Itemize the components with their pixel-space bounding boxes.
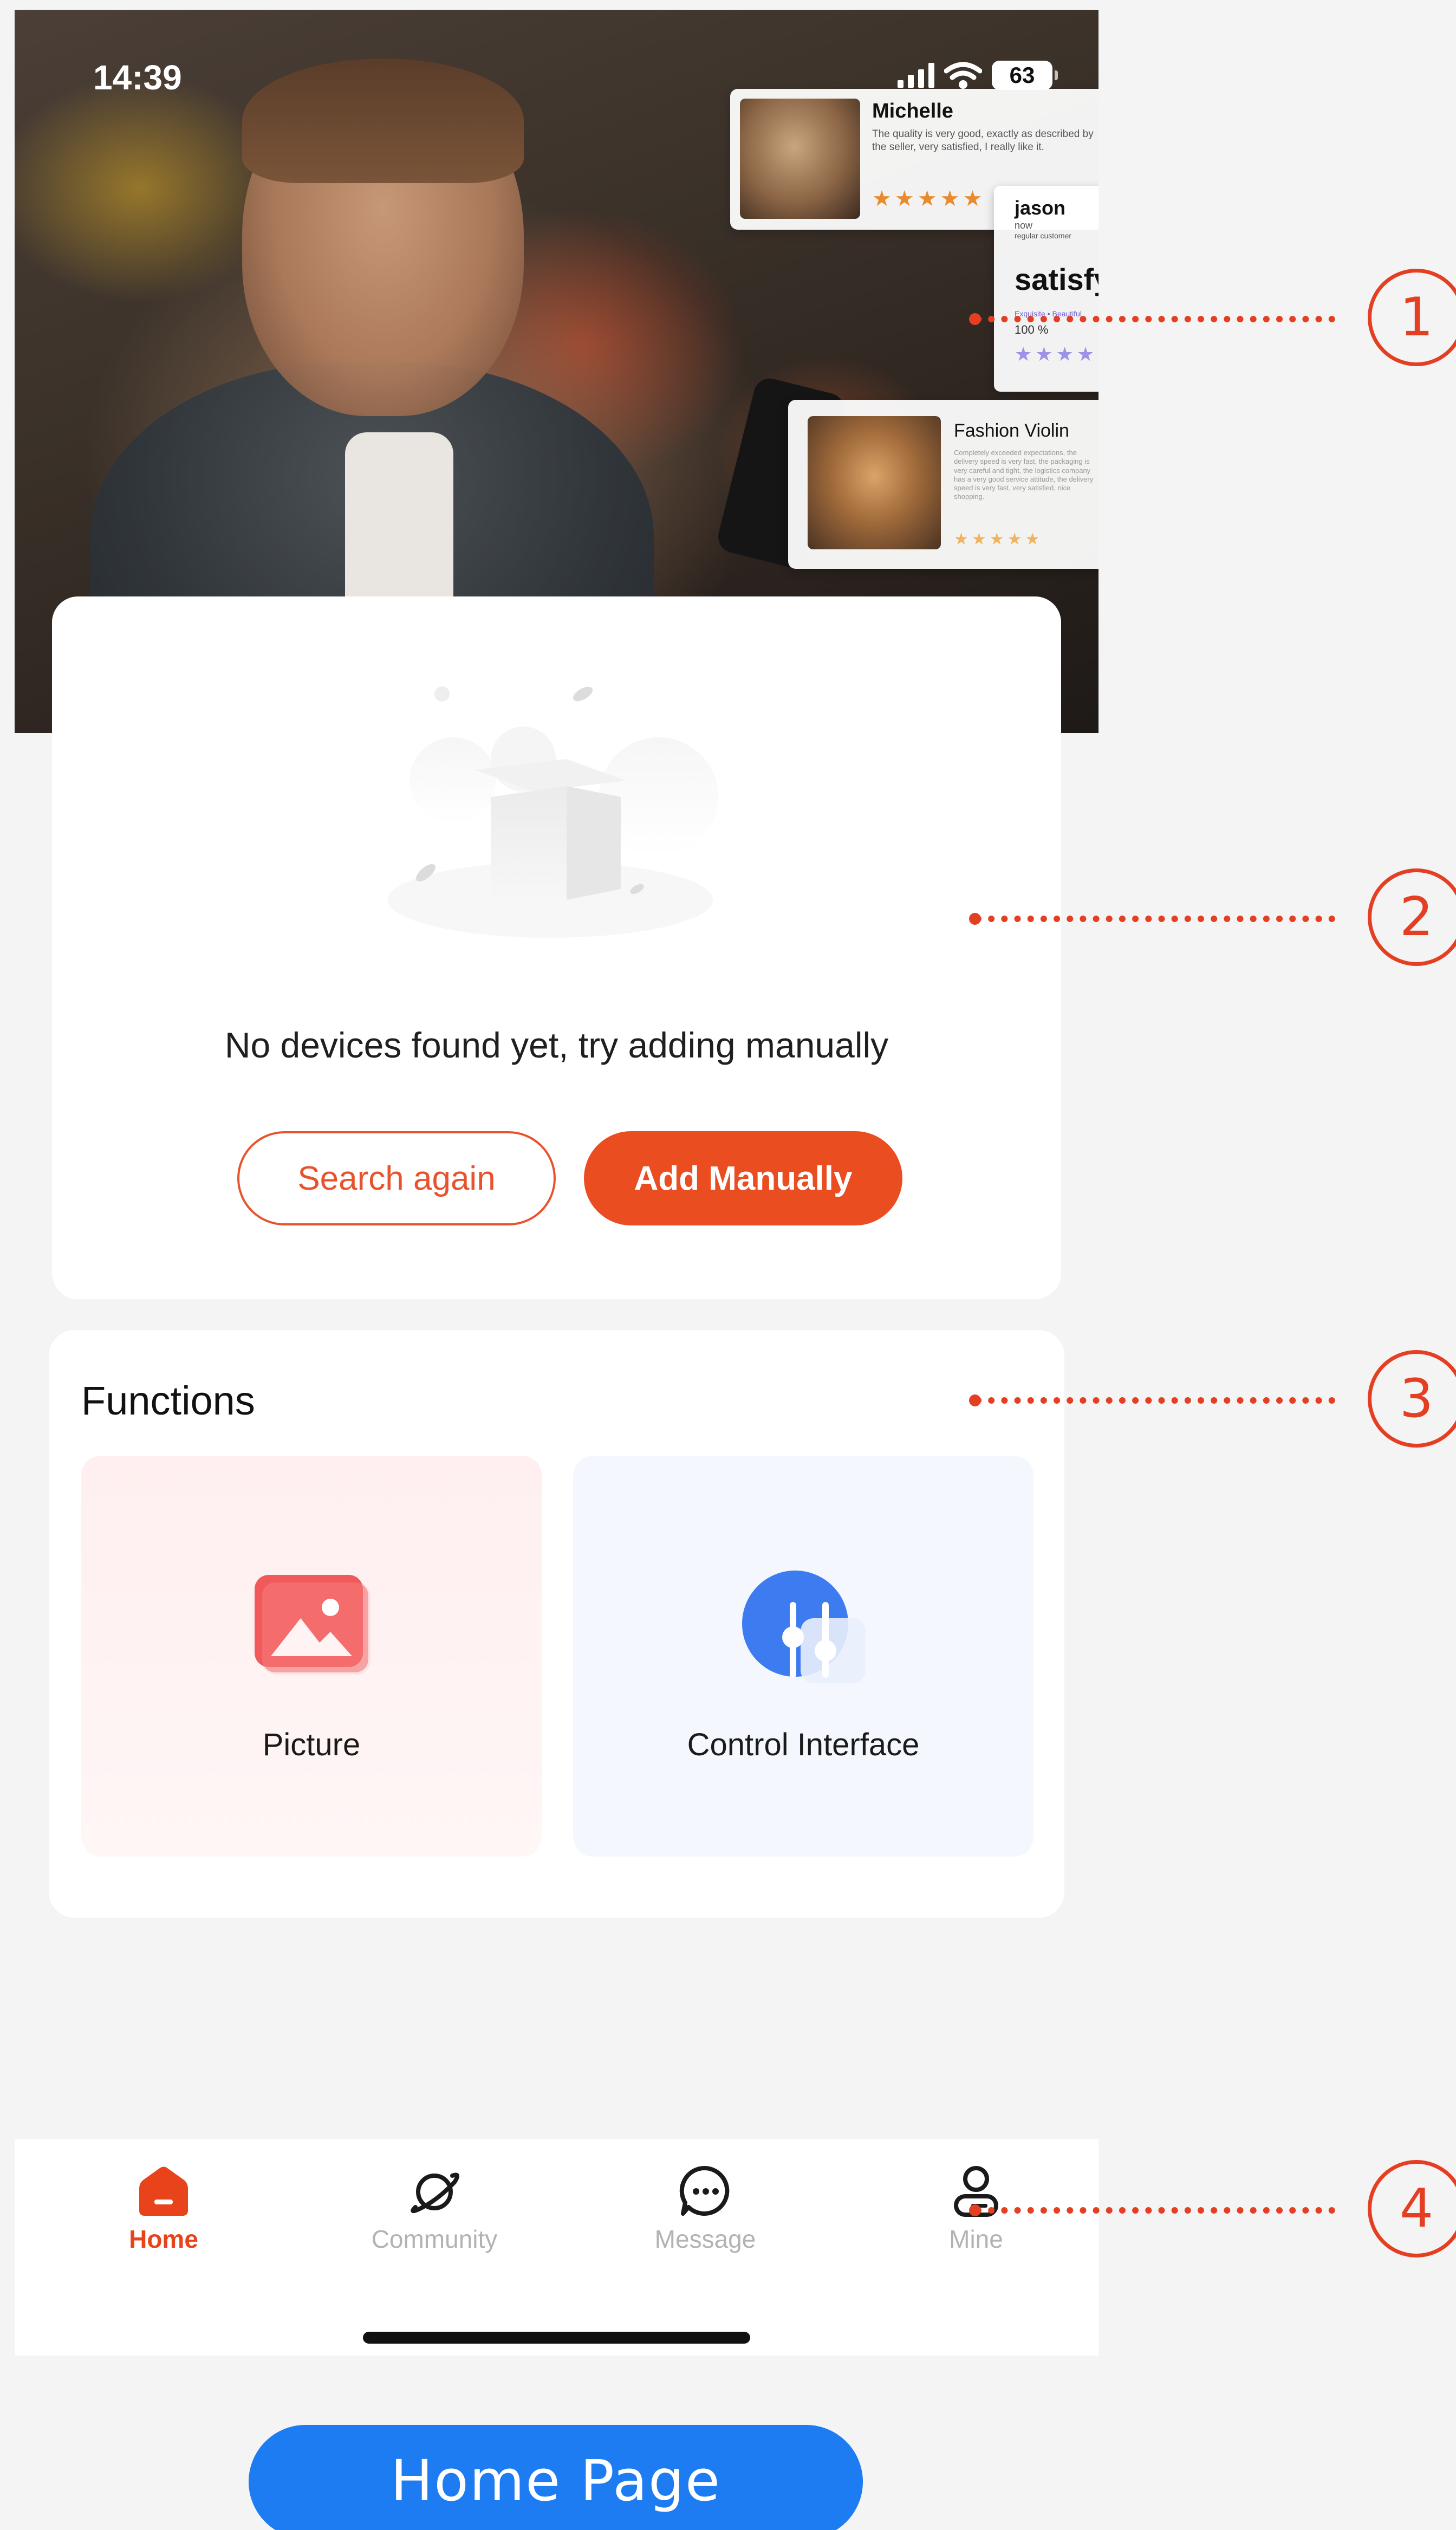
functions-card: Functions Picture Control Interface	[49, 1330, 1064, 1918]
screenshot-canvas: Michelle The quality is very good, exact…	[0, 0, 1456, 2530]
tab-label-community: Community	[371, 2225, 498, 2253]
home-icon	[139, 2166, 188, 2216]
functions-title: Functions	[81, 1378, 255, 1423]
chat-bubble-icon	[679, 2165, 730, 2216]
bottom-tab-bar: Home Community Message Mine	[15, 2139, 1098, 2356]
tab-community[interactable]: Community	[353, 2161, 516, 2269]
callout-marker-1: 1	[1368, 269, 1456, 366]
empty-devices-card: No devices found yet, try adding manuall…	[52, 596, 1061, 1299]
review-headline: satisfy	[1015, 262, 1098, 296]
tab-label-message: Message	[654, 2225, 756, 2253]
picture-icon	[255, 1575, 370, 1675]
review-thumbnail	[808, 416, 941, 549]
planet-icon	[411, 2172, 460, 2214]
review-thumbnail	[740, 99, 860, 219]
callout-marker-4: 4	[1368, 2160, 1456, 2257]
tab-label-home: Home	[129, 2225, 198, 2253]
phone-screen: Michelle The quality is very good, exact…	[15, 10, 1098, 2356]
review-name: jason	[1015, 197, 1066, 219]
review-name: Fashion Violin	[954, 420, 1069, 441]
tab-home[interactable]: Home	[82, 2161, 245, 2269]
function-tile-control-interface[interactable]: Control Interface	[573, 1456, 1034, 1857]
status-icons: 63	[898, 61, 1058, 90]
review-card-fashion-violin: Fashion Violin Completely exceeded expec…	[788, 400, 1098, 569]
review-percent: 100 %	[1015, 323, 1049, 336]
tab-message[interactable]: Message	[624, 2161, 786, 2269]
review-text: The quality is very good, exactly as des…	[872, 128, 1094, 153]
callout-marker-3: 3	[1368, 1350, 1456, 1448]
home-indicator	[363, 2332, 750, 2344]
review-card-jason: jason now regular customer satisfy Exqui…	[994, 186, 1098, 392]
review-stars: ★★★★★	[954, 530, 1043, 548]
status-time: 14:39	[93, 58, 182, 97]
search-again-button[interactable]: Search again	[237, 1131, 556, 1225]
callout-line-3	[975, 1397, 1335, 1404]
review-text: Completely exceeded expectations, the de…	[954, 449, 1094, 501]
callout-line-4	[975, 2207, 1335, 2214]
callout-line-2	[975, 916, 1335, 922]
status-bar: 14:39 63	[15, 10, 1098, 97]
review-stars: ★★★★★	[872, 187, 986, 211]
battery-level: 63	[1009, 62, 1035, 88]
battery-icon: 63	[992, 61, 1058, 90]
review-name: Michelle	[872, 100, 953, 122]
empty-state-message: No devices found yet, try adding manuall…	[224, 1025, 889, 1065]
review-stars: ★★★★★	[1015, 343, 1098, 365]
add-manually-button[interactable]: Add Manually	[584, 1131, 902, 1225]
control-sliders-icon	[742, 1571, 866, 1683]
wifi-icon	[944, 61, 982, 89]
function-label-control-interface: Control Interface	[687, 1727, 920, 1762]
review-sub-time: now	[1015, 220, 1033, 231]
review-sub-customer: regular customer	[1015, 231, 1072, 240]
function-tile-picture[interactable]: Picture	[81, 1456, 542, 1857]
signal-icon	[898, 63, 934, 88]
callout-marker-2: 2	[1368, 868, 1456, 966]
page-label-pill: Home Page	[249, 2425, 863, 2530]
empty-box-icon	[388, 686, 718, 938]
callout-line-1	[975, 316, 1335, 322]
tab-label-mine: Mine	[949, 2225, 1003, 2253]
function-label-picture: Picture	[262, 1727, 361, 1762]
